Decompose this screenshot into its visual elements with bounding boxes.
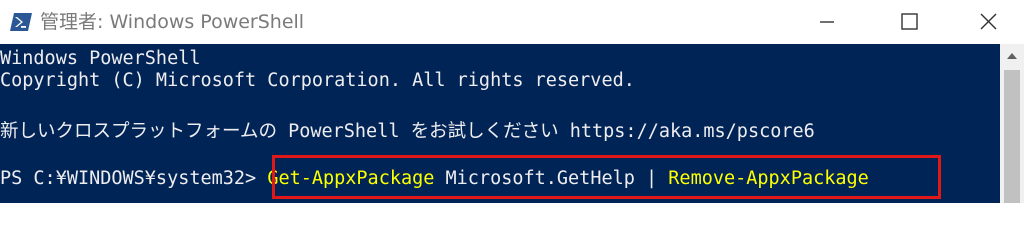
cmdlet-get-appxpackage: Get-AppxPackage	[267, 168, 435, 189]
window-title: 管理者: Windows PowerShell	[40, 11, 305, 33]
powershell-window: 管理者: Windows PowerShell Windows PowerShe…	[0, 0, 1024, 203]
console-line: Windows PowerShell	[0, 48, 201, 69]
minimize-button[interactable]	[790, 0, 860, 44]
maximize-button[interactable]	[872, 0, 942, 44]
command-line[interactable]: PS C:¥WINDOWS¥system32> Get-AppxPackage …	[0, 167, 869, 191]
console-line: Copyright (C) Microsoft Corporation. All…	[0, 70, 635, 91]
powershell-icon[interactable]	[10, 11, 32, 33]
title-bar[interactable]: 管理者: Windows PowerShell	[0, 0, 1024, 44]
cmdlet-remove-appxpackage: Remove-AppxPackage	[668, 168, 869, 189]
console-prompt: PS C:¥WINDOWS¥system32>	[0, 168, 268, 189]
vertical-scrollbar[interactable]	[1000, 44, 1024, 203]
console-output[interactable]: Windows PowerShell Copyright (C) Microso…	[0, 44, 1000, 203]
scrollbar-thumb[interactable]	[1004, 70, 1020, 203]
scroll-up-arrow-icon[interactable]	[1000, 44, 1024, 68]
close-button[interactable]	[954, 0, 1024, 44]
command-argument: Microsoft.GetHelp |	[434, 168, 669, 189]
console-line: 新しいクロスプラットフォームの PowerShell をお試しください http…	[0, 121, 815, 142]
